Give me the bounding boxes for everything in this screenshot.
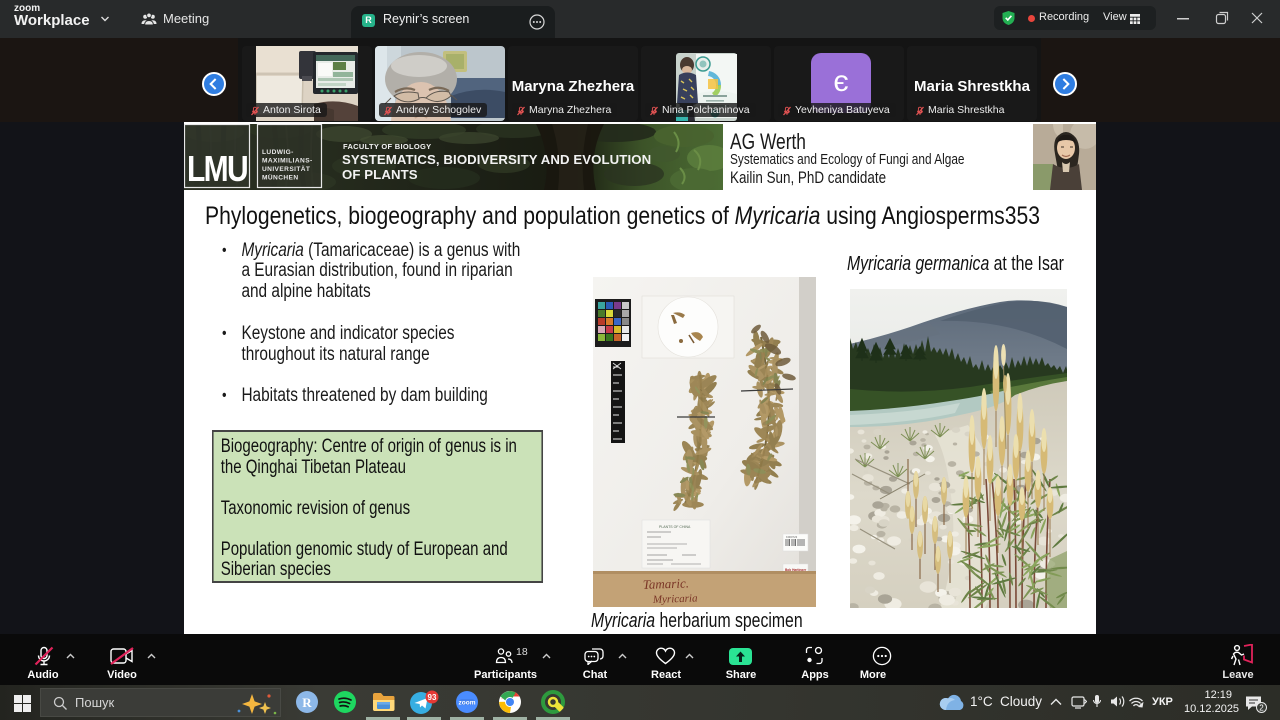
svg-text:MAXIMILIANS-: MAXIMILIANS- xyxy=(262,158,313,165)
svg-text:Tamaric.: Tamaric. xyxy=(643,575,690,592)
svg-text:OF PLANTS: OF PLANTS xyxy=(342,167,418,182)
svg-text:R: R xyxy=(302,695,312,710)
svg-text:UNIVERSITÄT: UNIVERSITÄT xyxy=(262,165,310,173)
svg-text:PLANTS OF CHINA: PLANTS OF CHINA xyxy=(659,525,691,529)
svg-text:SYSTEMATICS, BIODIVERSITY AND: SYSTEMATICS, BIODIVERSITY AND EVOLUTION xyxy=(342,152,651,167)
svg-text:MÜNCHEN: MÜNCHEN xyxy=(262,173,299,182)
svg-text:93: 93 xyxy=(428,693,437,702)
svg-text:FACULTY OF BIOLOGY: FACULTY OF BIOLOGY xyxy=(343,142,431,151)
svg-text:LMU: LMU xyxy=(187,148,247,189)
svg-text:LUDWIG-: LUDWIG- xyxy=(262,149,294,156)
svg-text:Myricaria: Myricaria xyxy=(652,592,698,606)
svg-text:zoom: zoom xyxy=(459,700,476,707)
svg-text:2: 2 xyxy=(1259,704,1264,713)
svg-text:K000723: K000723 xyxy=(786,535,798,539)
